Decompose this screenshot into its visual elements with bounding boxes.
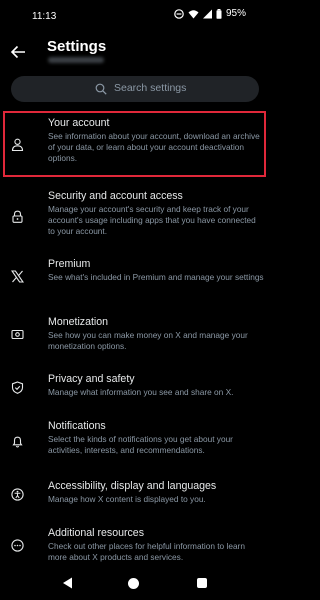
settings-item-desc: Manage what information you see and shar…: [48, 387, 234, 397]
person-icon: [11, 138, 24, 151]
x-logo-icon: [11, 270, 24, 283]
system-nav-bar: [0, 570, 270, 600]
settings-item-resources[interactable]: Additional resources Check out other pla…: [0, 527, 270, 567]
lock-icon: [12, 210, 23, 223]
settings-item-title: Privacy and safety: [48, 373, 135, 385]
settings-item-desc: Select the kinds of notifications you ge…: [48, 434, 233, 456]
battery-percent: 95%: [225, 8, 246, 19]
settings-item-your-account[interactable]: Your account See information about your …: [0, 112, 270, 190]
status-icons: 95%: [174, 8, 246, 19]
settings-item-title: Premium: [48, 258, 91, 270]
search-icon: [95, 83, 107, 95]
signal-icon: [202, 9, 212, 18]
settings-item-title: Monetization: [48, 316, 109, 328]
settings-item-desc: Manage how X content is displayed to you…: [48, 494, 206, 504]
nav-back-icon[interactable]: [62, 577, 73, 589]
header: Settings: [0, 30, 270, 70]
accessibility-icon: [11, 488, 24, 501]
do-not-disturb-icon: [174, 8, 184, 19]
nav-recents-icon[interactable]: [197, 578, 207, 588]
wifi-icon: [188, 9, 199, 18]
settings-item-desc: Manage your account's security and keep …: [48, 204, 256, 237]
settings-item-privacy[interactable]: Privacy and safety Manage what informati…: [0, 373, 270, 420]
account-handle: [48, 57, 104, 63]
search-placeholder: Search settings: [114, 82, 187, 94]
more-circle-icon: [11, 539, 24, 552]
back-arrow-icon[interactable]: [10, 44, 26, 60]
settings-item-title: Additional resources: [48, 527, 144, 539]
settings-item-desc: See information about your account, down…: [48, 131, 260, 164]
settings-item-notifications[interactable]: Notifications Select the kinds of notifi…: [0, 420, 270, 480]
shield-icon: [11, 381, 24, 394]
nav-home-icon[interactable]: [128, 578, 139, 589]
status-bar: 11:13 95%: [0, 0, 270, 30]
page-title: Settings: [47, 38, 107, 55]
settings-item-desc: See what's included in Premium and manag…: [48, 272, 264, 282]
settings-list: Your account See information about your …: [0, 112, 270, 567]
settings-item-accessibility[interactable]: Accessibility, display and languages Man…: [0, 480, 270, 527]
money-icon: [11, 329, 24, 340]
settings-item-title: Accessibility, display and languages: [48, 480, 217, 492]
settings-item-title: Notifications: [48, 420, 106, 432]
status-time: 11:13: [32, 11, 57, 22]
settings-item-security[interactable]: Security and account access Manage your …: [0, 190, 270, 258]
settings-item-desc: See how you can make money on X and mana…: [48, 330, 248, 352]
settings-item-premium[interactable]: Premium See what's included in Premium a…: [0, 258, 270, 316]
settings-item-desc: Check out other places for helpful infor…: [48, 541, 245, 563]
search-input[interactable]: Search settings: [11, 76, 259, 102]
bell-icon: [12, 436, 23, 448]
battery-icon: [216, 8, 222, 19]
settings-item-title: Your account: [48, 117, 110, 129]
settings-item-monetization[interactable]: Monetization See how you can make money …: [0, 316, 270, 373]
settings-item-title: Security and account access: [48, 190, 183, 202]
